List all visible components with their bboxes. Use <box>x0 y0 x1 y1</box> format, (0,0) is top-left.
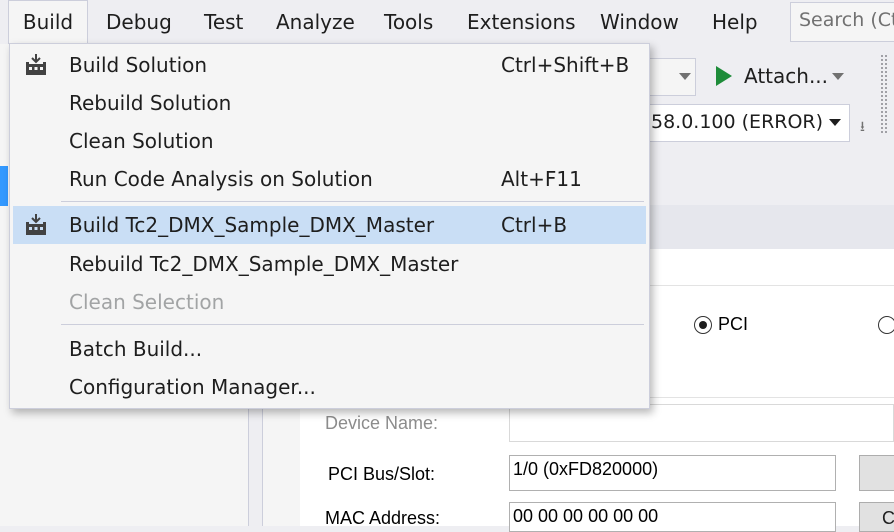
device-name-label: Device Name: <box>325 413 439 433</box>
menu-debug[interactable]: Debug <box>106 0 172 44</box>
build-icon <box>26 214 46 235</box>
build-icon <box>26 54 46 75</box>
selection-marker <box>0 166 8 206</box>
menu-item-label: Run Code Analysis on Solution <box>69 167 373 191</box>
menu-test[interactable]: Test <box>204 0 243 44</box>
pci-search-button[interactable] <box>859 455 894 491</box>
adapter-type-row: PCI <box>650 285 894 363</box>
menu-item-rebuild-solution[interactable]: Rebuild Solution <box>13 84 646 122</box>
sdk-combo-value: 58.0.100 (ERROR) <box>651 111 824 133</box>
menu-item-clean-solution[interactable]: Clean Solution <box>13 122 646 160</box>
menu-item-batch-build[interactable]: Batch Build... <box>13 330 646 368</box>
menu-separator <box>61 324 644 325</box>
menu-window[interactable]: Window <box>600 0 679 44</box>
menu-item-build-solution[interactable]: Build Solution Ctrl+Shift+B <box>13 46 646 84</box>
menu-analyze[interactable]: Analyze <box>276 0 355 44</box>
menu-extensions[interactable]: Extensions <box>467 0 576 44</box>
attach-label: Attach... <box>744 64 829 88</box>
menu-tools[interactable]: Tools <box>384 0 433 44</box>
menu-item-run-code-analysis[interactable]: Run Code Analysis on Solution Alt+F11 <box>13 160 646 198</box>
menu-item-label: Batch Build... <box>69 337 203 361</box>
menu-item-label: Clean Selection <box>69 290 225 314</box>
menu-item-label: Build Solution <box>69 53 208 77</box>
radio-other[interactable] <box>878 316 894 334</box>
menu-item-build-project[interactable]: Build Tc2_DMX_Sample_DMX_Master Ctrl+B <box>13 206 646 244</box>
mac-address-value: 00 00 00 00 00 00 <box>513 506 659 526</box>
sdk-combo[interactable]: 58.0.100 (ERROR) <box>640 104 850 142</box>
radio-pci[interactable] <box>694 316 712 334</box>
menu-help[interactable]: Help <box>712 0 758 44</box>
menu-item-label: Rebuild Tc2_DMX_Sample_DMX_Master <box>69 252 459 276</box>
chevron-down-icon <box>829 119 841 126</box>
search-input[interactable] <box>791 3 894 31</box>
extra-field[interactable] <box>650 362 894 398</box>
menu-item-configuration-manager[interactable]: Configuration Manager... <box>13 368 646 406</box>
build-menu-dropdown: Build Solution Ctrl+Shift+B Rebuild Solu… <box>9 43 650 409</box>
config-combo[interactable] <box>650 58 696 96</box>
menu-item-label: Configuration Manager... <box>69 375 316 399</box>
chevron-down-icon <box>679 73 691 80</box>
search-box[interactable] <box>790 2 894 42</box>
attach-button[interactable]: Attach... <box>712 58 844 96</box>
menu-item-label: Build Tc2_DMX_Sample_DMX_Master <box>69 213 435 237</box>
menu-bar: Build Debug Test Analyze Tools Extension… <box>0 0 894 44</box>
pci-bus-field[interactable]: 1/0 (0xFD820000) <box>509 455 836 491</box>
menu-build[interactable]: Build <box>8 0 88 44</box>
mac-compatible-button[interactable]: C <box>859 502 894 532</box>
device-name-field <box>509 404 894 442</box>
menu-item-shortcut: Ctrl+B <box>501 213 568 237</box>
toolbar-grip-icon[interactable] <box>880 54 888 134</box>
menu-item-clean-selection: Clean Selection <box>13 283 646 321</box>
menu-item-label: Rebuild Solution <box>69 91 232 115</box>
menu-item-shortcut: Ctrl+Shift+B <box>501 53 630 77</box>
chevron-down-icon[interactable] <box>832 73 844 80</box>
mac-address-field[interactable]: 00 00 00 00 00 00 <box>509 502 836 532</box>
menu-item-shortcut: Alt+F11 <box>501 167 582 191</box>
pci-bus-label: PCI Bus/Slot: <box>328 464 436 484</box>
pci-bus-value: 1/0 (0xFD820000) <box>513 459 659 479</box>
radio-pci-label: PCI <box>718 314 749 334</box>
menu-separator <box>61 201 644 202</box>
play-icon <box>716 66 732 86</box>
menu-item-label: Clean Solution <box>69 129 214 153</box>
menu-item-rebuild-project[interactable]: Rebuild Tc2_DMX_Sample_DMX_Master <box>13 245 646 283</box>
toolbar-overflow-icon[interactable]: ⭳ <box>860 116 865 140</box>
